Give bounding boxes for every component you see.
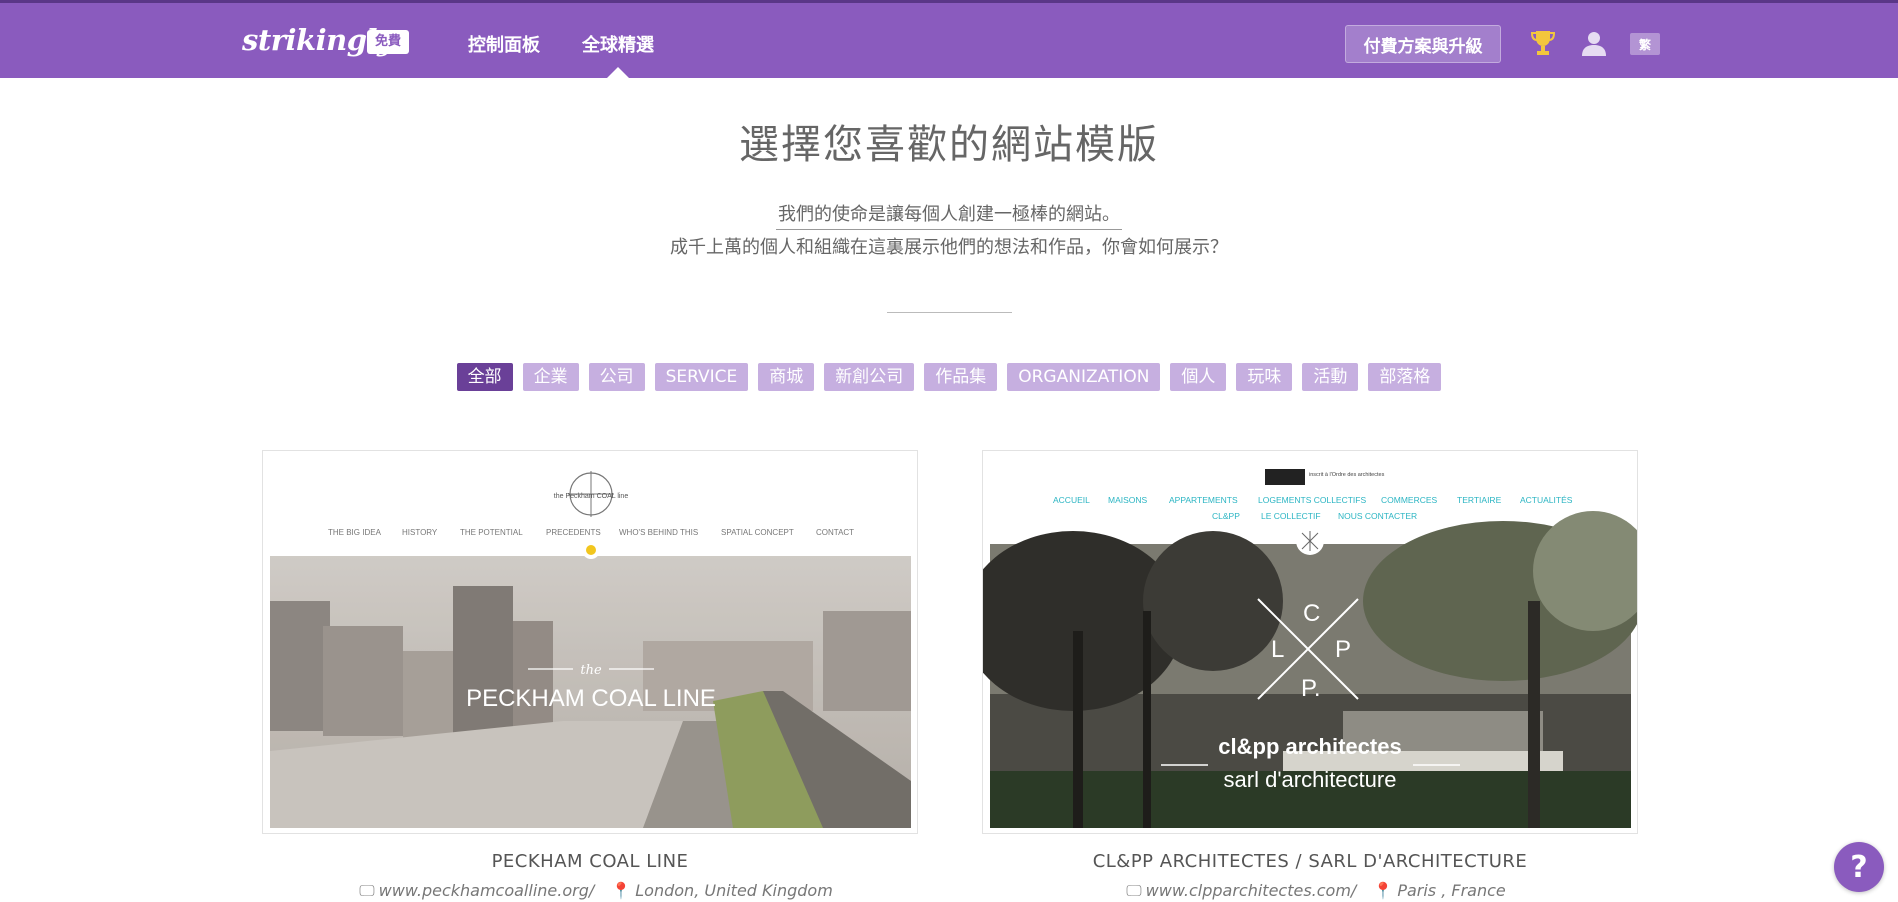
preview-hero-small: the (580, 663, 602, 678)
template-preview: inscrit à l'Ordre des architectes ACCUEI… (963, 451, 1653, 833)
mission-line: 我們的使命是讓每個人創建一極棒的網站。 (776, 200, 1122, 230)
preview-nav-item: HISTORY (402, 528, 438, 537)
page-title: 選擇您喜歡的網站模版 (739, 122, 1159, 168)
template-preview: the Peckham COAL line THE BIG IDEA HISTO… (263, 451, 917, 833)
filter-enterprise[interactable]: 企業 (522, 363, 579, 391)
preview-nav-item: CL&PP (1212, 511, 1240, 521)
monogram-letter: L (1271, 636, 1284, 663)
preview-nav-item: ACCUEIL (1053, 495, 1090, 505)
preview-nav-item: SPATIAL CONCEPT (721, 528, 794, 537)
preview-logo-text: the Peckham COAL line (554, 493, 629, 500)
template-card[interactable]: inscrit à l'Ordre des architectes ACCUEI… (963, 450, 1653, 834)
top-navbar: strikingly 免費 控制面板 全球精選 付費方案與升級 繁 (0, 0, 1898, 79)
preview-hero-title: cl&pp architectes (1218, 734, 1401, 759)
trophy-icon[interactable] (1530, 29, 1556, 57)
card-title[interactable]: CL&PP ARCHITECTES / SARL D'ARCHITECTURE (982, 851, 1638, 872)
card-title[interactable]: PECKHAM COAL LINE (262, 851, 918, 872)
filter-blog[interactable]: 部落格 (1368, 363, 1442, 391)
card-location: London, United Kingdom (635, 881, 833, 900)
filter-events[interactable]: 活動 (1302, 363, 1359, 391)
mission-text: 我們的使命是讓每個人創建一極棒的網站。 (0, 200, 1898, 230)
preview-nav-item: LE COLLECTIF (1261, 511, 1321, 521)
location-pin-icon: 📍 (1373, 881, 1394, 900)
subtitle-text: 成千上萬的個人和組織在這裏展示他們的想法和作品，你會如何展示？ (670, 237, 1228, 258)
card-url[interactable]: www.clpparchitectes.com/ (1146, 881, 1357, 900)
card-meta: 🖵 www.peckhamcoalline.org/ 📍 London, Unite… (262, 881, 918, 901)
card-meta: 🖵 www.clpparchitectes.com/ 📍 Paris , Franc… (982, 881, 1638, 901)
category-filters: 全部 企業 公司 SERVICE 商城 新創公司 作品集 ORGANIZATIO… (0, 363, 1898, 391)
upgrade-button[interactable]: 付費方案與升級 (1345, 25, 1501, 63)
preview-logo-text: inscrit à l'Ordre des architectes (1309, 472, 1385, 478)
nav-showcase[interactable]: 全球精選 (582, 31, 654, 57)
filter-store[interactable]: 商城 (758, 363, 815, 391)
help-button[interactable]: ? (1834, 842, 1884, 892)
filter-portfolio[interactable]: 作品集 (924, 363, 998, 391)
template-card[interactable]: the Peckham COAL line THE BIG IDEA HISTO… (262, 450, 918, 834)
section-divider (887, 312, 1012, 313)
nav-dashboard[interactable]: 控制面板 (468, 31, 540, 57)
preview-nav-item: THE POTENTIAL (460, 528, 523, 537)
preview-nav-item: MAISONS (1108, 495, 1148, 505)
preview-nav-item: COMMERCES (1381, 495, 1438, 505)
gold-pin-icon (586, 545, 596, 555)
monogram-letter: P. (1301, 675, 1321, 702)
plan-badge: 免費 (367, 30, 410, 54)
preview-nav: THE BIG IDEA HISTORY THE POTENTIAL PRECE… (328, 528, 854, 537)
preview-nav-item: WHO'S BEHIND THIS (619, 528, 698, 537)
preview-nav-item: ACTUALITÉS (1520, 495, 1573, 505)
filter-playful[interactable]: 玩味 (1236, 363, 1293, 391)
preview-hero-subtitle: sarl d'architecture (1224, 767, 1397, 792)
card-location: Paris , France (1397, 881, 1506, 900)
active-nav-indicator (606, 67, 630, 79)
preview-nav-item: TERTIAIRE (1457, 495, 1502, 505)
preview-nav-item: PRECEDENTS (546, 528, 601, 537)
monitor-icon: 🖵 (359, 881, 375, 900)
preview-nav-item: NOUS CONTACTER (1338, 511, 1417, 521)
card-url[interactable]: www.peckhamcoalline.org/ (379, 881, 595, 900)
preview-nav-item: THE BIG IDEA (328, 528, 382, 537)
monitor-icon: 🖵 (1126, 881, 1142, 900)
language-switch-button[interactable]: 繁 (1630, 33, 1660, 55)
filter-personal[interactable]: 個人 (1170, 363, 1227, 391)
preview-nav-item: APPARTEMENTS (1169, 495, 1238, 505)
filter-all[interactable]: 全部 (456, 363, 513, 391)
location-pin-icon: 📍 (611, 881, 632, 900)
preview-nav-item: CONTACT (816, 528, 854, 537)
monogram-letter: C (1303, 600, 1320, 627)
preview-hero-title: PECKHAM COAL LINE (466, 685, 716, 712)
filter-organization[interactable]: ORGANIZATION (1007, 363, 1161, 391)
filter-service[interactable]: SERVICE (654, 363, 749, 391)
filter-company[interactable]: 公司 (588, 363, 645, 391)
monogram-letter: P (1335, 636, 1351, 663)
filter-startup[interactable]: 新創公司 (824, 363, 915, 391)
user-icon[interactable] (1580, 29, 1608, 57)
preview-nav-item: LOGEMENTS COLLECTIFS (1258, 495, 1366, 505)
